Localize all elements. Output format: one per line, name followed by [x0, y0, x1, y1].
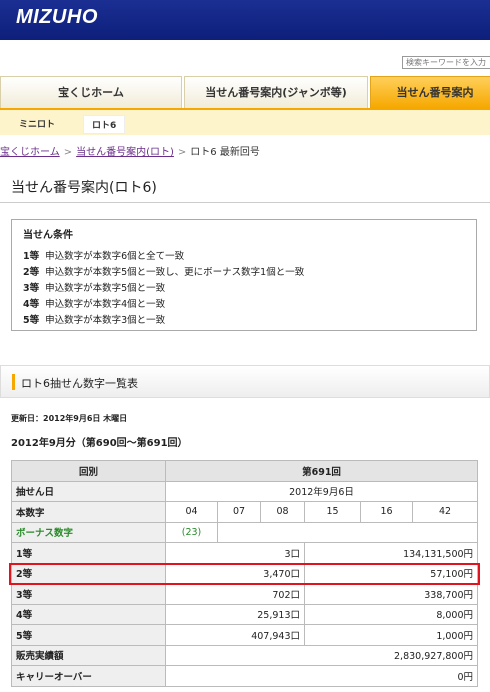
main-number: 15: [304, 501, 361, 523]
table-row: 回別 第691回: [11, 460, 479, 482]
empty-cell: [216, 521, 479, 543]
condition-line: 4等 申込数字が本数字4個と一致: [23, 299, 166, 310]
breadcrumb-loto-link[interactable]: 当せん番号案内(ロト): [76, 147, 174, 158]
prize-rank: 1等: [11, 542, 166, 564]
updated-date: 更新日：2012年9月6日 木曜日: [11, 414, 128, 423]
carryover-label: キャリーオーバー: [11, 665, 166, 687]
condition-line: 2等 申込数字が本数字5個と一致し、更にボーナス数字1個と一致: [23, 267, 305, 278]
round-value: 第691回: [164, 460, 479, 482]
draw-date: 2012年9月6日: [164, 480, 479, 502]
prize-winners: 25,913口: [165, 603, 305, 625]
table-row: 販売実績額 2,830,927,800円: [11, 644, 479, 666]
bonus-number-label: ボーナス数字: [11, 521, 166, 543]
prize-rank: 4等: [11, 603, 166, 625]
subtab-loto6[interactable]: ロト6: [83, 115, 126, 134]
main-number: 07: [217, 501, 261, 523]
breadcrumb-separator: >: [177, 147, 187, 158]
draw-date-label: 抽せん日: [11, 480, 166, 502]
conditions-box: 当せん条件 1等 申込数字が本数字6個と全て一致 2等 申込数字が本数字5個と一致し…: [11, 219, 477, 331]
prize-winners: 3,470口: [165, 562, 305, 584]
sales-amount: 2,830,927,800円: [164, 644, 479, 666]
prize-winners: 702口: [165, 583, 305, 605]
bonus-number: (23): [165, 521, 218, 543]
table-row: 4等 25,913口 8,000円: [11, 603, 479, 625]
table-row: 抽せん日 2012年9月6日: [11, 480, 479, 502]
sub-nav: ミニロト ロト6: [0, 108, 490, 135]
subtab-miniloto[interactable]: ミニロト: [19, 117, 55, 130]
table-row: 2等 3,470口 57,100円: [11, 562, 479, 584]
prize-amount: 57,100円: [303, 562, 479, 584]
breadcrumb: 宝くじホーム > 当せん番号案内(ロト) > ロト6 最新回号: [0, 143, 260, 158]
tab-winning-numbers[interactable]: 当せん番号案内: [370, 76, 490, 108]
section-title: ロト6抽せん数字一覧表: [21, 377, 138, 390]
page-title: 当せん番号案内(ロト6): [11, 180, 157, 196]
mizuho-logo[interactable]: MIZUHO: [16, 6, 98, 29]
table-row: キャリーオーバー 0円: [11, 665, 479, 687]
condition-line: 3等 申込数字が本数字5個と一致: [23, 283, 166, 294]
prize-amount: 8,000円: [303, 603, 479, 625]
prize-rank: 2等: [11, 562, 166, 584]
prize-amount: 134,131,500円: [303, 542, 479, 564]
divider: [0, 202, 490, 203]
section-header: ロト6抽せん数字一覧表: [0, 365, 490, 398]
table-row: 1等 3口 134,131,500円: [11, 542, 479, 564]
table-row: 5等 407,943口 1,000円: [11, 624, 479, 646]
table-row: ボーナス数字 (23): [11, 521, 479, 543]
condition-line: 5等 申込数字が本数字3個と一致: [23, 315, 166, 326]
main-number: 08: [260, 501, 305, 523]
breadcrumb-separator: >: [63, 147, 73, 158]
table-row: 3等 702口 338,700円: [11, 583, 479, 605]
main-number: 42: [411, 501, 479, 523]
table-row: 本数字 04 07 08 15 16 42: [11, 501, 479, 523]
period-heading: 2012年9月分（第690回～第691回）: [11, 438, 188, 449]
prize-amount: 1,000円: [303, 624, 479, 646]
prize-rank: 5等: [11, 624, 166, 646]
main-tabs: 宝くじホーム 当せん番号案内(ジャンボ等) 当せん番号案内: [0, 76, 490, 108]
breadcrumb-current: ロト6 最新回号: [190, 147, 260, 158]
round-label: 回別: [11, 460, 166, 482]
condition-line: 1等 申込数字が本数字6個と全て一致: [23, 251, 185, 262]
main-number: 04: [165, 501, 218, 523]
prize-rank: 3等: [11, 583, 166, 605]
header-bar: MIZUHO: [0, 0, 490, 40]
prize-amount: 338,700円: [303, 583, 479, 605]
prize-winners: 3口: [165, 542, 305, 564]
search-input[interactable]: [402, 56, 490, 69]
tab-takarakuji-home[interactable]: 宝くじホーム: [0, 76, 182, 108]
conditions-title: 当せん条件: [23, 230, 73, 241]
prize-winners: 407,943口: [165, 624, 305, 646]
results-table: 回別 第691回 抽せん日 2012年9月6日 本数字 04 07 08 15 …: [11, 460, 479, 687]
main-numbers-label: 本数字: [11, 501, 166, 523]
carryover-amount: 0円: [164, 665, 479, 687]
breadcrumb-home-link[interactable]: 宝くじホーム: [0, 147, 60, 158]
main-number: 16: [360, 501, 413, 523]
tab-winning-numbers-jumbo[interactable]: 当せん番号案内(ジャンボ等): [184, 76, 368, 108]
section-accent-bar: [12, 374, 15, 390]
sales-label: 販売実績額: [11, 644, 166, 666]
